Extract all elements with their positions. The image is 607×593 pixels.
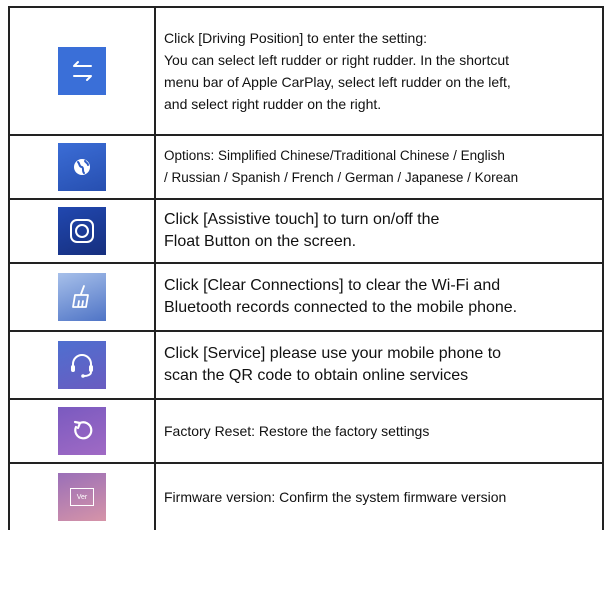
description-line: Click [Service] please use your mobile p…	[164, 345, 502, 362]
ver-label: Ver	[70, 488, 94, 506]
description-line: You can select left rudder or right rudd…	[164, 52, 510, 68]
table-row-firmware-version: Ver Firmware version: Confirm the system…	[8, 462, 604, 530]
icon-cell	[8, 8, 156, 134]
description-cell: Factory Reset: Restore the factory setti…	[156, 400, 604, 462]
ver-icon: Ver	[58, 473, 106, 521]
table-row-service: Click [Service] please use your mobile p…	[8, 330, 604, 398]
description-cell: Options: Simplified Chinese/Traditional …	[156, 136, 604, 198]
description-line: Factory Reset: Restore the factory setti…	[164, 423, 430, 439]
description-line: Firmware version: Confirm the system fir…	[164, 489, 507, 505]
description-cell: Click [Service] please use your mobile p…	[156, 332, 604, 398]
broom-icon	[58, 273, 106, 321]
description-cell: Click [Assistive touch] to turn on/off t…	[156, 200, 604, 262]
reset-icon	[58, 407, 106, 455]
swap-arrows-icon	[58, 47, 106, 95]
description-cell: Firmware version: Confirm the system fir…	[156, 464, 604, 530]
description-line: Click [Clear Connections] to clear the W…	[164, 277, 501, 294]
table-row-language: Options: Simplified Chinese/Traditional …	[8, 134, 604, 198]
description-cell: Click [Clear Connections] to clear the W…	[156, 264, 604, 330]
headset-icon	[58, 341, 106, 389]
description-line: Click [Driving Position] to enter the se…	[164, 30, 428, 46]
settings-table: Click [Driving Position] to enter the se…	[8, 6, 604, 530]
table-row-clear-connections: Click [Clear Connections] to clear the W…	[8, 262, 604, 330]
description-line: / Russian / Spanish / French / German / …	[164, 170, 519, 185]
table-row-factory-reset: Factory Reset: Restore the factory setti…	[8, 398, 604, 462]
description-line: and select right rudder on the right.	[164, 96, 382, 112]
description-line: Click [Assistive touch] to turn on/off t…	[164, 211, 440, 228]
globe-icon	[58, 143, 106, 191]
description-line: Options: Simplified Chinese/Traditional …	[164, 148, 505, 163]
description-line: scan the QR code to obtain online servic…	[164, 367, 469, 384]
assistive-touch-icon	[58, 207, 106, 255]
table-row-driving-position: Click [Driving Position] to enter the se…	[8, 6, 604, 134]
icon-cell: Ver	[8, 464, 156, 530]
description-line: Bluetooth records connected to the mobil…	[164, 299, 518, 316]
icon-cell	[8, 332, 156, 398]
icon-cell	[8, 136, 156, 198]
description-line: menu bar of Apple CarPlay, select left r…	[164, 74, 511, 90]
icon-cell	[8, 400, 156, 462]
description-line: Float Button on the screen.	[164, 233, 357, 250]
icon-cell	[8, 264, 156, 330]
description-cell: Click [Driving Position] to enter the se…	[156, 8, 604, 134]
table-row-assistive-touch: Click [Assistive touch] to turn on/off t…	[8, 198, 604, 262]
icon-cell	[8, 200, 156, 262]
